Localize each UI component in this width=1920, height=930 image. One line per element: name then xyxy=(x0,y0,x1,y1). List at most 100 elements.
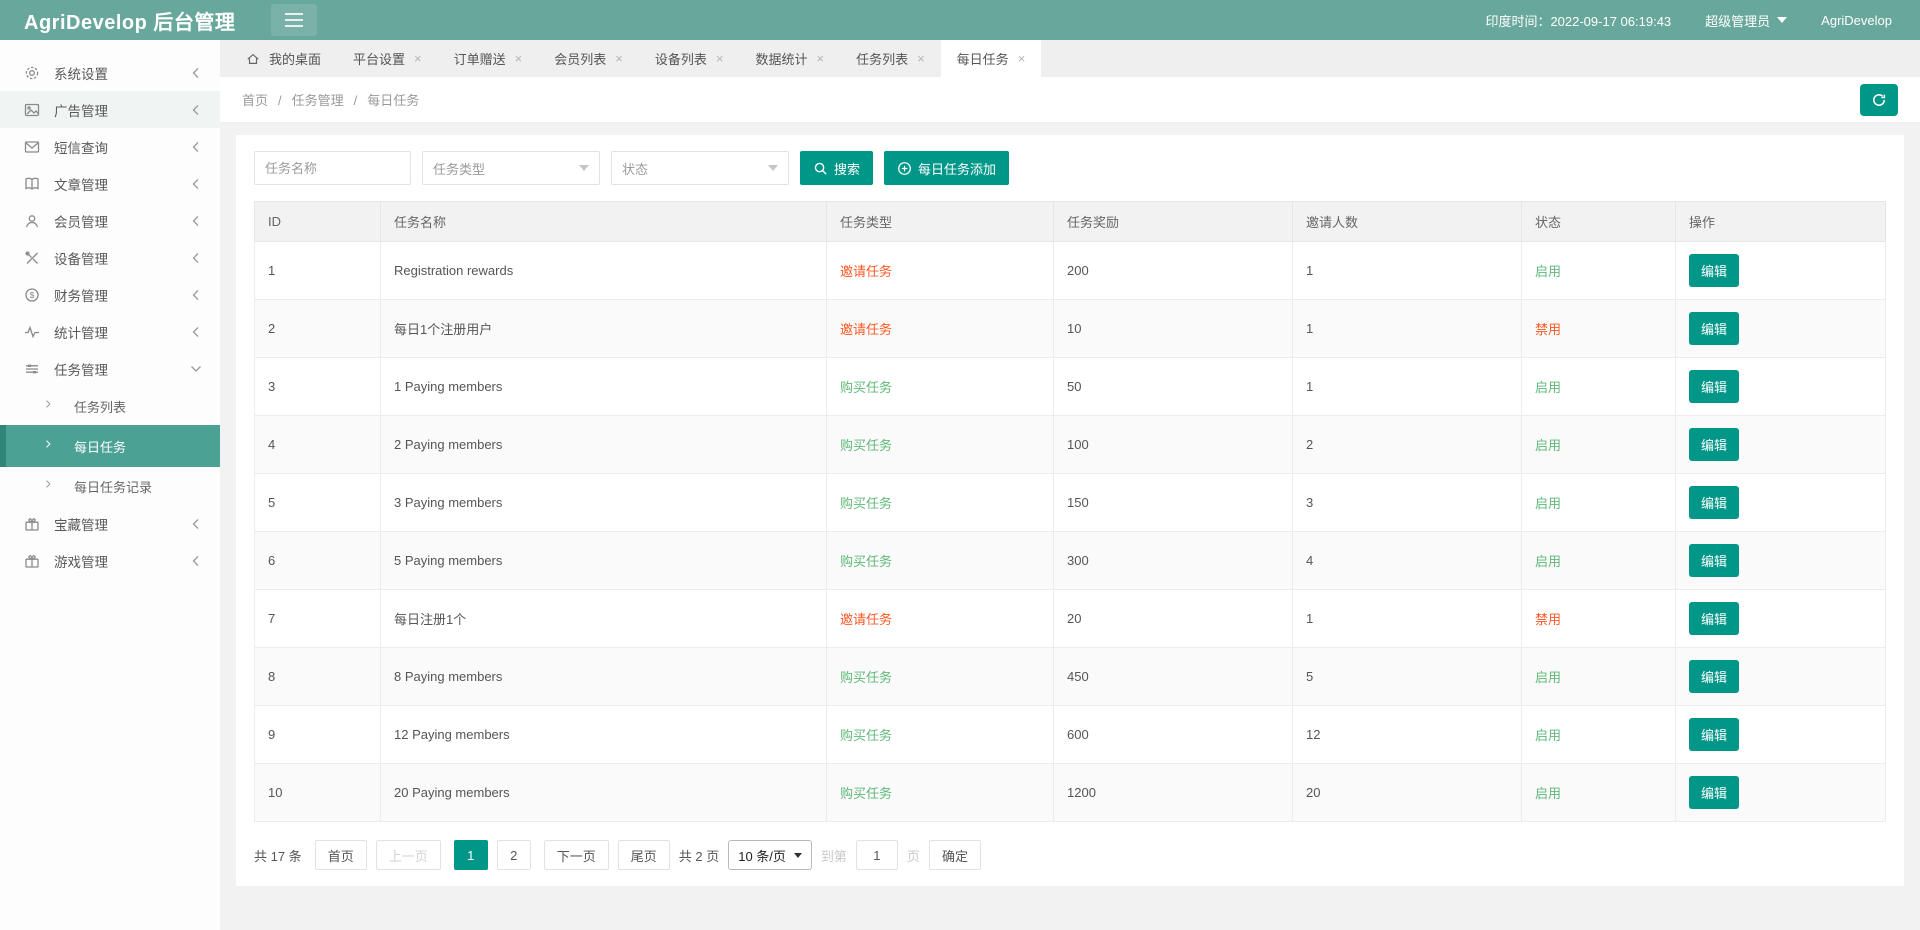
cell-status: 启用 xyxy=(1521,415,1676,474)
status-select[interactable]: 状态 xyxy=(611,151,789,185)
app-header: AgriDevelop 后台管理 印度时间：2022-09-17 06:19:4… xyxy=(0,0,1920,40)
edit-button[interactable]: 编辑 xyxy=(1689,312,1740,345)
tab-devices[interactable]: 设备列表 × xyxy=(639,40,740,77)
search-button[interactable]: 搜索 xyxy=(800,151,874,185)
arrow-right-icon xyxy=(42,438,58,454)
chevron-left-icon xyxy=(188,65,204,81)
tab-close-icon[interactable]: × xyxy=(716,51,724,66)
breadcrumb-item[interactable]: 首页 xyxy=(242,93,268,108)
home-icon xyxy=(246,52,260,66)
edit-button[interactable]: 编辑 xyxy=(1689,370,1740,403)
cell-actions: 编辑 xyxy=(1675,299,1886,358)
refresh-button[interactable] xyxy=(1860,83,1898,116)
cell-id: 1 xyxy=(254,241,381,300)
cell-task-name: 20 Paying members xyxy=(380,763,827,822)
pagination-page-button[interactable]: 1 xyxy=(453,840,488,870)
tab-bar: 我的桌面 平台设置 × 订单赠送 × 会员列表 × 设备列表 × 数据统计 × 任务列表 × 每日任务 × xyxy=(220,40,1920,77)
tab-platform[interactable]: 平台设置 × xyxy=(337,40,438,77)
chevron-left-icon xyxy=(188,287,204,303)
sidebar-item-system[interactable]: 系统设置 xyxy=(0,54,220,91)
sidebar-item-stats[interactable]: 统计管理 xyxy=(0,313,220,350)
tab-desktop[interactable]: 我的桌面 xyxy=(230,40,337,77)
task-name-input[interactable] xyxy=(254,151,411,185)
cell-reward: 450 xyxy=(1053,647,1293,706)
sidebar-subitem-daily-task[interactable]: 每日任务 xyxy=(0,425,220,467)
cell-task-type: 购买任务 xyxy=(826,531,1054,590)
breadcrumb-item[interactable]: 任务管理 xyxy=(292,93,344,108)
tab-order-gift[interactable]: 订单赠送 × xyxy=(438,40,539,77)
cell-task-type: 购买任务 xyxy=(826,415,1054,474)
tab-close-icon[interactable]: × xyxy=(816,51,824,66)
task-type-select[interactable]: 任务类型 xyxy=(422,151,600,185)
svg-text:$: $ xyxy=(30,290,35,300)
refresh-icon xyxy=(1871,92,1887,108)
sidebar-item-finance[interactable]: $ 财务管理 xyxy=(0,276,220,313)
sidebar: 系统设置 广告管理 短信查询 文章管理 会员管理 设备管理 $ 财务管理统计管理任务管理 任务列… xyxy=(0,40,220,930)
chevron-left-icon xyxy=(188,516,204,532)
cell-invites: 12 xyxy=(1292,705,1522,764)
add-daily-task-button-label: 每日任务添加 xyxy=(918,161,997,177)
add-daily-task-button[interactable]: 每日任务添加 xyxy=(884,151,1010,185)
sidebar-item-sms[interactable]: 短信查询 xyxy=(0,128,220,165)
tab-daily-task[interactable]: 每日任务 × xyxy=(940,40,1042,77)
sidebar-item-members[interactable]: 会员管理 xyxy=(0,202,220,239)
tab-close-icon[interactable]: × xyxy=(414,51,422,66)
edit-button[interactable]: 编辑 xyxy=(1689,660,1740,693)
edit-button[interactable]: 编辑 xyxy=(1689,776,1740,809)
goto-page-input[interactable] xyxy=(855,840,898,870)
column-header: 任务奖励 xyxy=(1053,201,1293,242)
user-role-label: 超级管理员 xyxy=(1705,13,1771,29)
tab-close-icon[interactable]: × xyxy=(515,51,523,66)
sidebar-item-label: 统计管理 xyxy=(54,325,108,341)
edit-button[interactable]: 编辑 xyxy=(1689,602,1740,635)
sidebar-subitem-label: 每日任务记录 xyxy=(74,479,153,495)
sidebar-item-treasure[interactable]: 宝藏管理 xyxy=(0,505,220,542)
sidebar-subitem-daily-task-log[interactable]: 每日任务记录 xyxy=(0,467,220,505)
user-role-menu[interactable]: 超级管理员 xyxy=(1705,11,1788,30)
cell-reward: 1200 xyxy=(1053,763,1293,822)
page-size-select[interactable]: 10 条/页 xyxy=(728,840,812,870)
pagination-first-button[interactable]: 首页 xyxy=(314,840,367,870)
cell-actions: 编辑 xyxy=(1675,763,1886,822)
table-row: 1 Registration rewards 邀请任务 200 1 启用 编辑 xyxy=(254,241,1886,300)
goto-confirm-button[interactable]: 确定 xyxy=(928,840,981,870)
hamburger-menu-icon[interactable] xyxy=(271,4,318,36)
tab-stats[interactable]: 数据统计 × xyxy=(739,40,840,77)
sidebar-item-tasks[interactable]: 任务管理 xyxy=(0,350,220,387)
breadcrumb-item[interactable]: 每日任务 xyxy=(367,93,419,108)
tab-close-icon[interactable]: × xyxy=(1018,51,1026,66)
edit-button[interactable]: 编辑 xyxy=(1689,486,1740,519)
cell-status: 启用 xyxy=(1521,357,1676,416)
chevron-left-icon xyxy=(188,213,204,229)
sidebar-subitem-task-list[interactable]: 任务列表 xyxy=(0,387,220,425)
tab-close-icon[interactable]: × xyxy=(615,51,623,66)
pagination-next-button[interactable]: 下一页 xyxy=(543,840,609,870)
breadcrumb-separator: / xyxy=(278,93,282,108)
cell-task-name: 12 Paying members xyxy=(380,705,827,764)
cell-actions: 编辑 xyxy=(1675,241,1886,300)
pagination-last-button[interactable]: 尾页 xyxy=(617,840,670,870)
sidebar-item-games[interactable]: 游戏管理 xyxy=(0,542,220,579)
tab-task-list[interactable]: 任务列表 × xyxy=(840,40,941,77)
cell-invites: 4 xyxy=(1292,531,1522,590)
pagination-page-button[interactable]: 2 xyxy=(496,840,531,870)
filter-bar: 任务类型 状态 搜索 xyxy=(254,151,1886,185)
edit-button[interactable]: 编辑 xyxy=(1689,718,1740,751)
cell-id: 10 xyxy=(254,763,381,822)
cell-task-name: 2 Paying members xyxy=(380,415,827,474)
edit-button[interactable]: 编辑 xyxy=(1689,254,1740,287)
edit-button[interactable]: 编辑 xyxy=(1689,428,1740,461)
sidebar-item-articles[interactable]: 文章管理 xyxy=(0,165,220,202)
tab-close-icon[interactable]: × xyxy=(917,51,925,66)
tab-label: 订单赠送 xyxy=(453,52,506,67)
pagination-prev-button[interactable]: 上一页 xyxy=(375,840,441,870)
brand-name[interactable]: AgriDevelop xyxy=(1821,13,1892,28)
chevron-down-icon xyxy=(1777,17,1788,23)
sidebar-item-devices[interactable]: 设备管理 xyxy=(0,239,220,276)
cell-status: 启用 xyxy=(1521,647,1676,706)
tab-members[interactable]: 会员列表 × xyxy=(538,40,639,77)
cell-task-name: 3 Paying members xyxy=(380,473,827,532)
sidebar-item-ads[interactable]: 广告管理 xyxy=(0,91,220,128)
edit-button[interactable]: 编辑 xyxy=(1689,544,1740,577)
cell-task-type: 购买任务 xyxy=(826,647,1054,706)
